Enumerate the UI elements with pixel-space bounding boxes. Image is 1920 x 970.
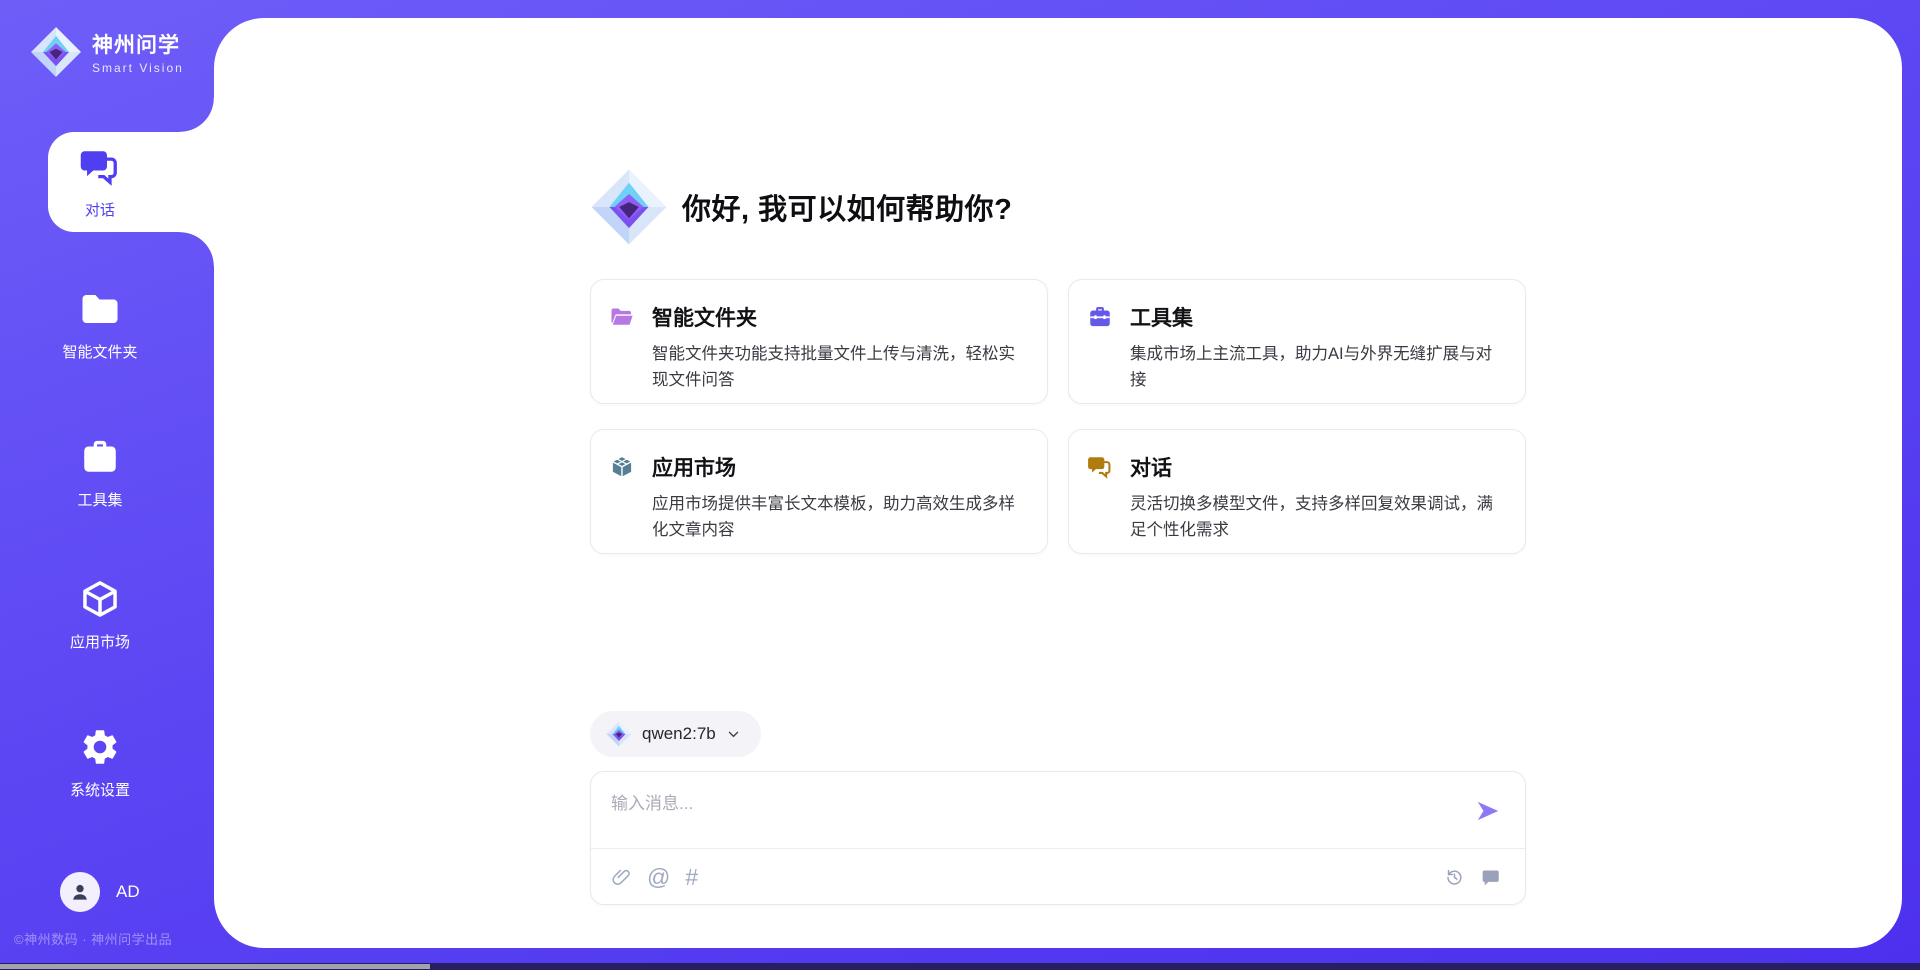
card-app-market[interactable]: 应用市场 应用市场提供丰富长文本模板，助力高效生成多样化文章内容: [590, 429, 1048, 554]
card-title: 工具集: [1130, 302, 1193, 332]
avatar: [60, 872, 100, 912]
sidebar-item-label: 对话: [0, 199, 200, 220]
toolbox-icon: [79, 436, 121, 478]
brand: 神州问学 Smart Vision: [30, 26, 184, 78]
send-icon[interactable]: [1475, 798, 1501, 824]
brand-logo-icon: [30, 26, 82, 78]
model-name: qwen2:7b: [642, 724, 716, 744]
card-smart-folder[interactable]: 智能文件夹 智能文件夹功能支持批量文件上传与清洗，轻松实现文件问答: [590, 279, 1048, 404]
app-logo-icon: [590, 164, 668, 250]
sidebar-item-label: 应用市场: [0, 631, 200, 652]
folder-icon: [79, 288, 121, 330]
sidebar-item-chat[interactable]: 对话: [0, 146, 200, 220]
attachment-icon[interactable]: [611, 867, 632, 888]
horizontal-scrollbar[interactable]: [0, 963, 1920, 970]
toolbox-icon: [1087, 304, 1113, 330]
hashtag-icon[interactable]: #: [685, 866, 698, 889]
feature-cards: 智能文件夹 智能文件夹功能支持批量文件上传与清洗，轻松实现文件问答 工具集 集成…: [590, 279, 1526, 554]
user-name: AD: [116, 882, 140, 902]
sidebar-item-smart-folder[interactable]: 智能文件夹: [0, 288, 200, 362]
card-chat[interactable]: 对话 灵活切换多模型文件，支持多样回复效果调试，满足个性化需求: [1068, 429, 1526, 554]
sidebar-item-label: 工具集: [0, 489, 200, 510]
mention-icon[interactable]: @: [647, 866, 670, 889]
card-description: 智能文件夹功能支持批量文件上传与清洗，轻松实现文件问答: [652, 341, 1025, 393]
card-title: 对话: [1130, 452, 1172, 482]
model-selector[interactable]: qwen2:7b: [590, 711, 761, 757]
sidebar-item-app-market[interactable]: 应用市场: [0, 578, 200, 652]
user-profile[interactable]: AD: [60, 872, 140, 912]
greeting-title: 你好, 我可以如何帮助你?: [682, 186, 1012, 228]
sidebar-item-label: 智能文件夹: [0, 341, 200, 362]
message-input[interactable]: [591, 772, 1525, 844]
chat-bubbles-icon: [1087, 454, 1113, 480]
sidebar-item-label: 系统设置: [0, 779, 200, 800]
gear-icon: [79, 726, 121, 768]
chat-bubbles-icon: [79, 146, 121, 188]
card-description: 应用市场提供丰富长文本模板，助力高效生成多样化文章内容: [652, 491, 1025, 543]
sidebar-item-settings[interactable]: 系统设置: [0, 726, 200, 800]
card-title: 智能文件夹: [652, 302, 757, 332]
market-cube-icon: [609, 454, 635, 480]
copyright-footer: ©神州数码 · 神州问学出品: [14, 929, 172, 948]
brand-name: 神州问学: [92, 29, 184, 59]
chat-bubble-icon[interactable]: [1480, 867, 1501, 888]
scrollbar-thumb[interactable]: [0, 964, 430, 969]
cube-icon: [79, 578, 121, 620]
card-description: 集成市场上主流工具，助力AI与外界无缝扩展与对接: [1130, 341, 1503, 393]
card-toolset[interactable]: 工具集 集成市场上主流工具，助力AI与外界无缝扩展与对接: [1068, 279, 1526, 404]
chevron-down-icon: [726, 727, 741, 742]
sidebar: 神州问学 Smart Vision 对话 智能文件夹 工具集 应用市场 系统设置…: [0, 0, 214, 948]
sidebar-item-toolset[interactable]: 工具集: [0, 436, 200, 510]
person-icon: [68, 880, 92, 904]
history-icon[interactable]: [1444, 867, 1465, 888]
card-description: 灵活切换多模型文件，支持多样回复效果调试，满足个性化需求: [1130, 491, 1503, 543]
greeting-block: 你好, 我可以如何帮助你?: [590, 163, 1526, 251]
composer: @ #: [590, 771, 1526, 905]
brand-subtitle: Smart Vision: [92, 61, 184, 75]
diamond-logo-icon: [606, 721, 632, 747]
folder-open-icon: [609, 304, 635, 330]
composer-toolbar: @ #: [591, 849, 1525, 905]
main-panel: 你好, 我可以如何帮助你? 智能文件夹 智能文件夹功能支持批量文件上传与清洗，轻…: [214, 18, 1902, 948]
card-title: 应用市场: [652, 452, 736, 482]
